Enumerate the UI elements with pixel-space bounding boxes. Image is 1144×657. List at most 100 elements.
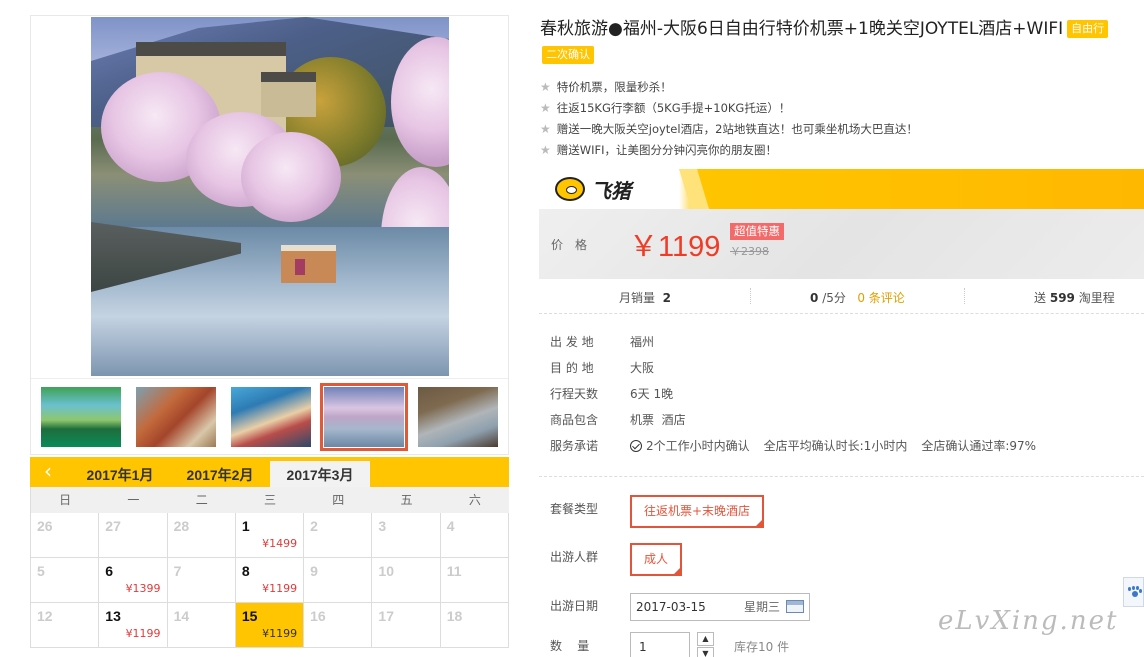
star-icon: ★ (540, 122, 551, 136)
original-price: ￥2398 (730, 245, 769, 258)
travel-date-input[interactable]: 2017-03-15 星期三 (630, 593, 810, 621)
day-number: 7 (173, 563, 182, 579)
feature-item: ★ 赠送一晚大阪关空joytel酒店，2站地铁直达！也可乘坐机场大巴直达！ (540, 119, 918, 140)
tab-month-feb[interactable]: 2017年2月 (170, 461, 270, 487)
price-box: 价格 ￥1199 超值特惠 ￥2398 (539, 209, 1144, 279)
reviews-link[interactable]: 0 条评论 (857, 291, 904, 305)
day-number: 11 (446, 563, 462, 579)
calendar-day: 17 (372, 603, 441, 648)
weekday-label: 日 (59, 493, 72, 507)
calendar-day: 28 (167, 513, 236, 558)
day-number: 8 (241, 563, 250, 579)
calendar-day-selected[interactable]: 15 ¥1199 (235, 603, 305, 648)
weekday-label: 五 (400, 493, 413, 507)
day-number: 28 (173, 518, 190, 534)
day-number: 3 (378, 518, 387, 534)
calendar-day[interactable]: 13 ¥1199 (99, 603, 168, 648)
calendar-day[interactable]: 1 ¥1499 (235, 513, 305, 558)
feature-item: ★ 赠送WIFI，让美图分分钟闪亮你的朋友圈！ (540, 140, 918, 161)
trip-info: 出 发 地 福州 目 的 地 大阪 行程天数 6天 1晚 商品包含 机票 酒店 服务承诺… (550, 334, 1036, 464)
monthly-sales-value: 2 (662, 291, 672, 305)
sales-stats: 月销量 2 0 /5分 0 条评论 送 599 淘里程 (539, 280, 1144, 314)
calendar-day[interactable]: 6 ¥1399 (99, 558, 168, 603)
calendar-day: 11 (440, 558, 509, 603)
weekday-label: 三 (263, 493, 276, 507)
tab-month-jan[interactable]: 2017年1月 (70, 461, 170, 487)
day-number: 4 (446, 518, 455, 534)
thumbnail-2[interactable] (136, 387, 216, 447)
traveler-type-option-selected[interactable]: 成人 (630, 543, 683, 576)
calendar-day: 2 (304, 513, 373, 558)
increment-button[interactable]: ▲ (697, 632, 714, 646)
feature-item: ★ 往返15KG行李额（5KG手提+10KG托运）！ (540, 98, 918, 119)
day-number: 15 (241, 608, 258, 624)
decrement-button[interactable]: ▼ (697, 647, 714, 657)
day-number: 10 (378, 563, 394, 579)
watermark: eLvXing.net (938, 606, 1119, 636)
quantity-input[interactable]: 1 (630, 632, 690, 657)
weekday-row: 日 一 二 三 四 五 六 (30, 487, 509, 513)
info-value: 大阪 (630, 361, 655, 375)
rating-suffix: /5分 (822, 291, 846, 305)
day-number: 2 (310, 518, 318, 534)
pig-icon (555, 177, 585, 201)
info-label: 商品包含 (550, 413, 599, 427)
paw-float-button[interactable] (1123, 577, 1144, 607)
day-number: 26 (37, 518, 53, 534)
calendar-day: 7 (167, 558, 236, 603)
calendar-day: 5 (31, 558, 100, 603)
day-number: 18 (446, 608, 463, 624)
info-label: 目 的 地 (550, 361, 594, 375)
info-value: 福州 (630, 335, 655, 349)
main-product-photo[interactable] (91, 17, 449, 376)
chevron-left-icon[interactable]: ‹ (38, 459, 58, 483)
info-row-includes: 商品包含 机票 酒店 (550, 412, 1036, 438)
rating: 0 /5分 0 条评论 (810, 289, 905, 306)
promise-text: 2个工作小时内确认 (646, 439, 750, 453)
fliggy-logo[interactable]: 飞猪 (555, 176, 631, 203)
monthly-sales-label: 月销量 (619, 291, 656, 305)
day-price: ¥1199 (262, 582, 298, 595)
promise-item: 2个工作小时内确认 (630, 438, 750, 464)
tab-month-mar[interactable]: 2017年3月 (270, 461, 370, 487)
package-option-selected[interactable]: 往返机票+末晚酒店 (630, 495, 765, 528)
info-label: 出 发 地 (550, 335, 594, 349)
traveler-type-label: 出游人群 (550, 550, 599, 564)
calendar-day: 26 (31, 513, 100, 558)
calendar-day: 18 (440, 603, 509, 648)
calendar-day: 9 (304, 558, 373, 603)
weekday-label: 一 (127, 493, 140, 507)
calendar-icon[interactable] (786, 600, 804, 613)
day-number: 14 (173, 608, 190, 624)
self-guided-tag: 自由行 (1067, 20, 1109, 38)
day-number: 6 (105, 563, 114, 579)
star-icon: ★ (540, 143, 551, 157)
calendar-day: 27 (99, 513, 168, 558)
monthly-sales: 月销量 2 (619, 289, 671, 306)
feature-text: 特价机票，限量秒杀！ (556, 80, 672, 94)
mileage-prefix: 送 (1034, 291, 1047, 305)
weekday-text: 星期三 (744, 600, 781, 614)
package-label: 套餐类型 (550, 502, 599, 516)
check-circle-icon (630, 440, 642, 452)
thumbnail-3[interactable] (231, 387, 311, 447)
thumbnail-1[interactable] (41, 387, 121, 447)
thumbnail-strip (31, 378, 508, 456)
thumbnail-5[interactable] (418, 387, 498, 447)
deal-badge: 超值特惠 (730, 223, 784, 240)
product-title-text: 春秋旅游●福州-大阪6日自由行特价机票+1晚关空JOYTEL酒店+WIFI (540, 19, 1064, 39)
feature-text: 赠送一晚大阪关空joytel酒店，2站地铁直达！也可乘坐机场大巴直达！ (556, 122, 918, 136)
mileage-suffix: 淘里程 (1078, 291, 1115, 305)
paw-icon (1128, 586, 1142, 598)
star-icon: ★ (540, 101, 551, 115)
calendar-header: ‹ 2017年1月 2017年2月 2017年3月 (30, 457, 509, 487)
calendar-day: 4 (440, 513, 509, 558)
product-gallery (30, 15, 509, 455)
info-value: 6天 1晚 (630, 387, 674, 401)
thumbnail-4-selected[interactable] (320, 383, 408, 451)
info-value: 机票 酒店 (630, 413, 686, 427)
calendar-day[interactable]: 8 ¥1199 (235, 558, 305, 603)
info-label: 服务承诺 (550, 439, 599, 453)
travel-date-label: 出游日期 (550, 599, 599, 613)
travel-date-value: 2017-03-15 (636, 600, 706, 614)
